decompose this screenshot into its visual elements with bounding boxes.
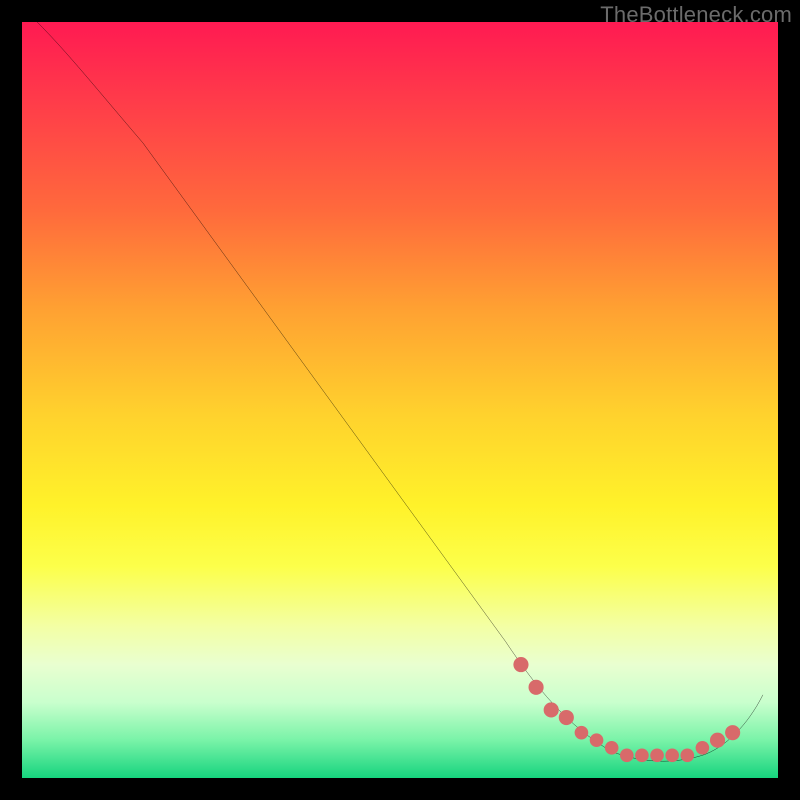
chart-curve (37, 22, 763, 761)
chart-svg (22, 22, 778, 778)
plot-area (22, 22, 778, 778)
chart-frame: TheBottleneck.com (0, 0, 800, 800)
scatter-dots (513, 657, 740, 762)
